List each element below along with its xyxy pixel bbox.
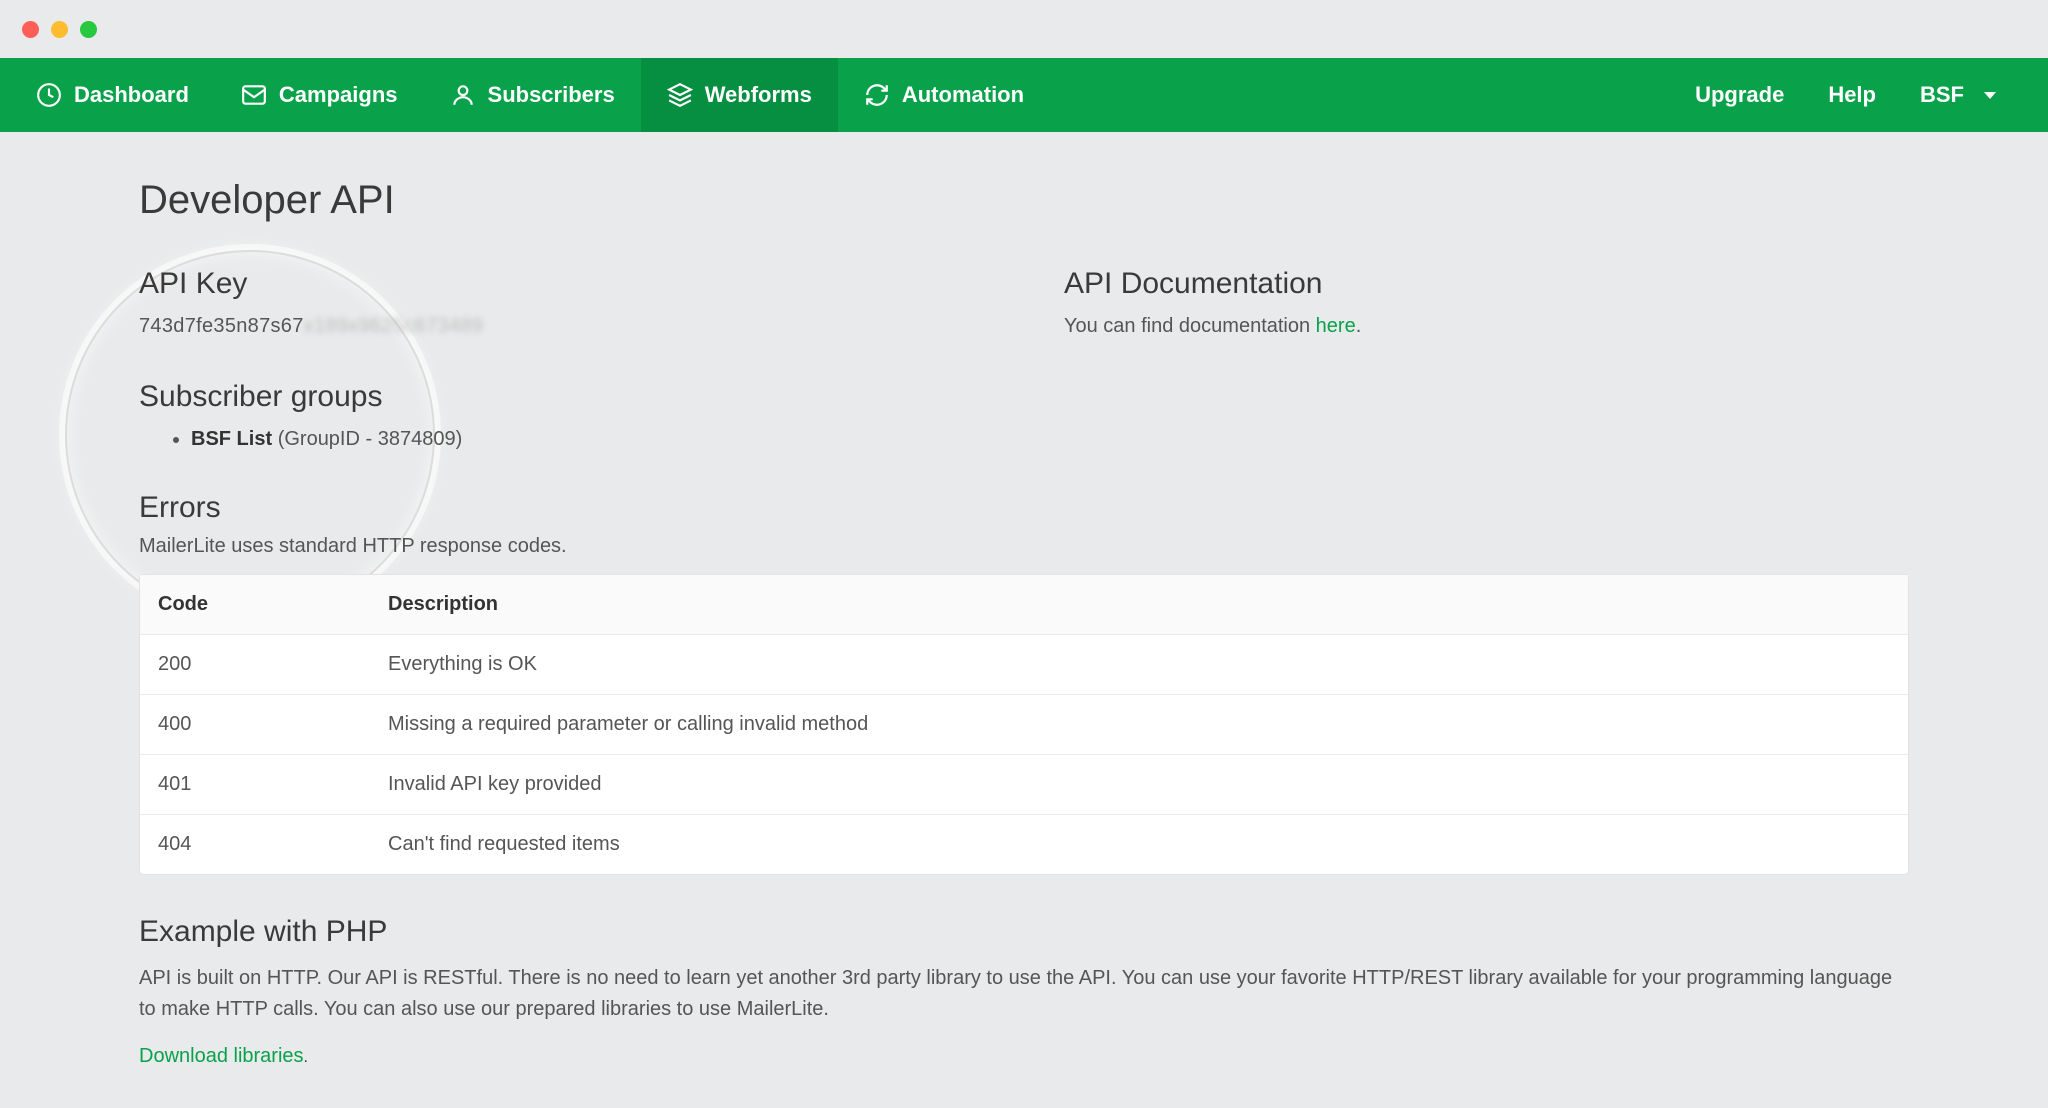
api-docs-text: You can find documentation here.	[1064, 315, 1909, 338]
nav-label: BSF	[1920, 82, 1964, 108]
group-id: (GroupID - 3874809)	[278, 428, 463, 450]
window-zoom-dot[interactable]	[80, 21, 97, 38]
nav-upgrade[interactable]: Upgrade	[1673, 58, 1806, 132]
col-header-description: Description	[388, 593, 1890, 616]
subscriber-groups-heading: Subscriber groups	[139, 380, 984, 414]
list-item: BSF List (GroupID - 3874809)	[191, 428, 984, 451]
page-body: Developer API API Key 743d7fe35n87s67x18…	[0, 132, 2048, 1108]
cell-code: 200	[158, 653, 388, 676]
api-key-heading: API Key	[139, 267, 984, 301]
docs-here-link[interactable]: here	[1316, 315, 1356, 337]
nav-left: Dashboard Campaigns Subscribers Webforms…	[10, 58, 1050, 132]
download-libraries-link[interactable]: Download libraries	[139, 1045, 304, 1067]
main-navbar: Dashboard Campaigns Subscribers Webforms…	[0, 58, 2048, 132]
window-minimize-dot[interactable]	[51, 21, 68, 38]
table-header-row: Code Description	[140, 575, 1908, 635]
api-docs-column: API Documentation You can find documenta…	[1064, 267, 1909, 451]
table-row: 200 Everything is OK	[140, 635, 1908, 695]
example-heading: Example with PHP	[139, 915, 1909, 949]
layers-icon	[667, 82, 693, 108]
nav-label: Help	[1828, 82, 1876, 108]
cell-description: Can't find requested items	[388, 833, 1890, 856]
page-title: Developer API	[139, 132, 1909, 223]
nav-label: Upgrade	[1695, 82, 1784, 108]
two-column-row: API Key 743d7fe35n87s67x189x9625c673489 …	[139, 267, 1909, 451]
cell-code: 400	[158, 713, 388, 736]
nav-dashboard[interactable]: Dashboard	[10, 58, 215, 132]
api-key-value: 743d7fe35n87s67x189x9625c673489	[139, 315, 984, 338]
nav-account[interactable]: BSF	[1898, 58, 2018, 132]
window-close-dot[interactable]	[22, 21, 39, 38]
col-header-code: Code	[158, 593, 388, 616]
download-libraries-line: Download libraries.	[139, 1045, 1909, 1068]
errors-table: Code Description 200 Everything is OK 40…	[139, 574, 1909, 875]
example-text: API is built on HTTP. Our API is RESTful…	[139, 963, 1909, 1025]
content-container: Developer API API Key 743d7fe35n87s67x18…	[139, 132, 1909, 1068]
refresh-icon	[864, 82, 890, 108]
user-icon	[450, 82, 476, 108]
errors-heading: Errors	[139, 491, 1909, 525]
nav-label: Webforms	[705, 82, 812, 108]
table-row: 400 Missing a required parameter or call…	[140, 695, 1908, 755]
api-key-blurred-part: x189x9625c673489	[304, 315, 483, 337]
docs-suffix: .	[1356, 315, 1362, 337]
nav-label: Automation	[902, 82, 1024, 108]
cell-description: Everything is OK	[388, 653, 1890, 676]
api-docs-heading: API Documentation	[1064, 267, 1909, 301]
api-key-column: API Key 743d7fe35n87s67x189x9625c673489 …	[139, 267, 984, 451]
docs-prefix: You can find documentation	[1064, 315, 1316, 337]
group-name: BSF List	[191, 428, 272, 450]
mail-icon	[241, 82, 267, 108]
nav-label: Campaigns	[279, 82, 398, 108]
cell-code: 401	[158, 773, 388, 796]
cell-description: Missing a required parameter or calling …	[388, 713, 1890, 736]
window-titlebar	[0, 0, 2048, 58]
table-row: 404 Can't find requested items	[140, 815, 1908, 874]
nav-campaigns[interactable]: Campaigns	[215, 58, 424, 132]
nav-subscribers[interactable]: Subscribers	[424, 58, 641, 132]
nav-webforms[interactable]: Webforms	[641, 58, 838, 132]
table-row: 401 Invalid API key provided	[140, 755, 1908, 815]
download-suffix: .	[304, 1049, 308, 1066]
cell-description: Invalid API key provided	[388, 773, 1890, 796]
nav-right: Upgrade Help BSF	[1673, 58, 2048, 132]
api-key-visible-part: 743d7fe35n87s67	[139, 315, 304, 337]
clock-icon	[36, 82, 62, 108]
nav-automation[interactable]: Automation	[838, 58, 1050, 132]
chevron-down-icon	[1984, 92, 1996, 99]
cell-code: 404	[158, 833, 388, 856]
nav-help[interactable]: Help	[1806, 58, 1898, 132]
nav-label: Dashboard	[74, 82, 189, 108]
nav-label: Subscribers	[488, 82, 615, 108]
subscriber-groups-list: BSF List (GroupID - 3874809)	[191, 428, 984, 451]
errors-subtext: MailerLite uses standard HTTP response c…	[139, 535, 1909, 558]
